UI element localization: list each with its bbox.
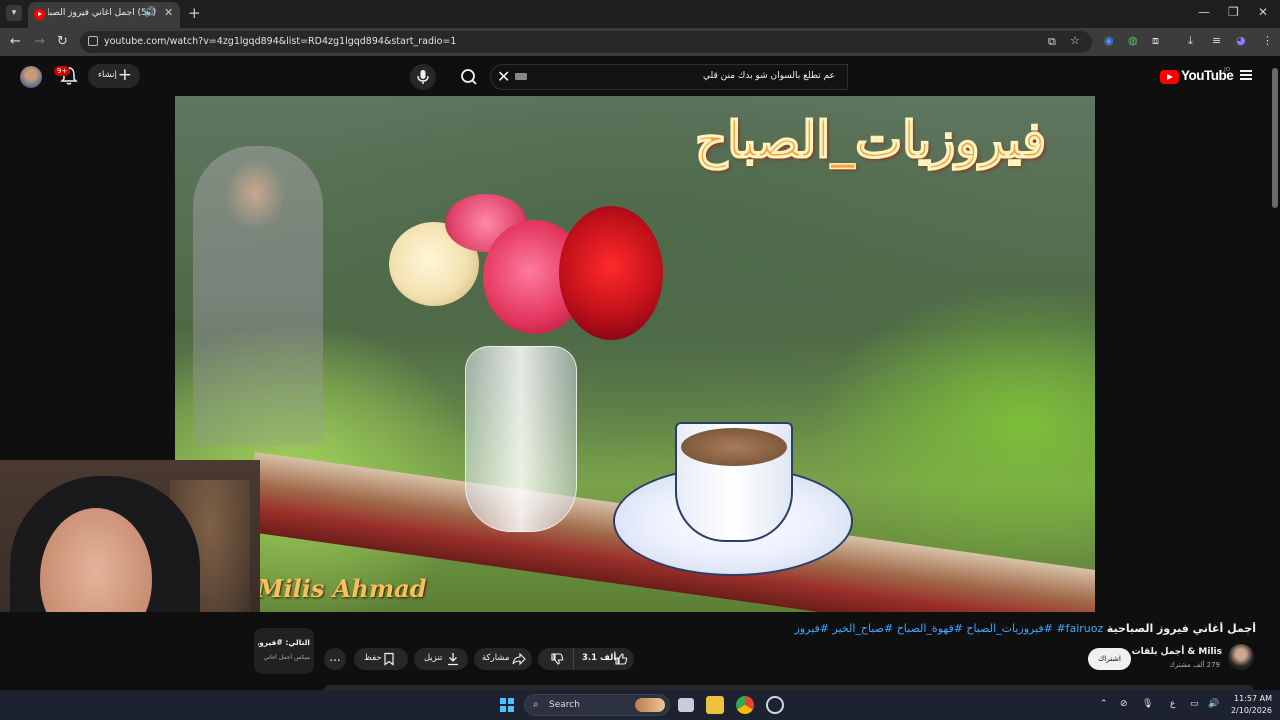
video-title: أجمل أغاني فيروز الصباحية fairuoz# #فيرو… <box>620 622 1257 635</box>
more-actions-button[interactable]: ... <box>324 648 346 670</box>
chrome-menu-icon[interactable]: ⋮ <box>1262 34 1273 47</box>
new-tab-button[interactable]: + <box>188 4 201 22</box>
thumbs-down-icon <box>551 653 564 665</box>
clock-date: 2/10/2026 <box>1230 706 1272 715</box>
taskbar-clock[interactable]: 11:57 AM 2/10/2026 <box>1226 693 1272 717</box>
back-icon[interactable]: ← <box>10 34 21 49</box>
windows-taskbar: ⌕ Search ⌃ ⊘ 🎙 ع ▭ 🔊 11:57 AM 2/10/2026 <box>0 690 1280 720</box>
like-count: 3.1 ألف <box>582 653 617 663</box>
subscribe-button[interactable]: اشتراك <box>1088 648 1131 670</box>
downloads-icon[interactable]: ⤓ <box>1188 34 1193 48</box>
media-controls-icon[interactable]: ≡ <box>1212 34 1221 47</box>
create-label: إنشاء <box>98 70 117 80</box>
address-bar[interactable]: youtube.com/watch?v=4zg1lgqd894&list=RD4… <box>80 31 1092 53</box>
download-icon <box>448 653 458 666</box>
video-singer-figure <box>193 146 323 446</box>
guide-menu-icon[interactable] <box>1240 70 1252 80</box>
create-button[interactable]: إنشاء + <box>88 64 140 88</box>
app-taskbar-icon[interactable] <box>766 696 784 714</box>
tab-audio-icon[interactable]: 🔊 <box>144 7 156 18</box>
keyboard-icon[interactable] <box>515 73 527 80</box>
tray-mic-icon[interactable]: 🎙 <box>1142 699 1153 709</box>
download-label: تنزيل <box>424 653 443 663</box>
input-language[interactable]: ع <box>1170 699 1175 709</box>
dislike-button[interactable] <box>538 648 574 670</box>
video-vase <box>465 346 577 532</box>
minimize-icon[interactable]: — <box>1198 5 1210 19</box>
page-scrollbar[interactable] <box>1270 56 1280 690</box>
search-icon <box>461 69 477 85</box>
tray-display-icon[interactable]: ▭ <box>1190 699 1199 709</box>
watch-metadata: أجمل أغاني فيروز الصباحية fairuoz# #فيرو… <box>0 612 1270 693</box>
save-button[interactable]: حفظ <box>354 648 408 670</box>
like-button[interactable]: 3.1 ألف <box>576 648 634 670</box>
file-explorer-icon[interactable] <box>706 696 724 714</box>
share-button[interactable]: مشاركة <box>474 648 532 670</box>
taskbar-search-icon: ⌕ <box>533 699 539 710</box>
tray-volume-icon[interactable]: 🔊 <box>1208 699 1219 709</box>
task-view-icon[interactable] <box>678 698 694 712</box>
bookmark-save-icon <box>384 652 394 666</box>
youtube-play-logo-icon <box>1160 70 1179 84</box>
site-info-icon[interactable] <box>88 36 98 46</box>
profile-icon[interactable]: ◕ <box>1236 34 1246 47</box>
download-button[interactable]: تنزيل <box>414 648 468 670</box>
video-rose-red <box>559 206 663 340</box>
video-hashtags[interactable]: fairuoz# #فيروزيات_الصباح #قهوة_الصباح #… <box>795 622 1107 635</box>
youtube-header: 9+ إنشاء + ✕ عم تطلع بالسوان شو بدك منن … <box>0 56 1270 96</box>
share-arrow-icon <box>512 652 526 666</box>
video-coffee <box>681 428 787 466</box>
taskbar-search[interactable]: ⌕ Search <box>524 694 670 716</box>
extension-1-icon[interactable]: ◉ <box>1104 34 1114 47</box>
share-label: مشاركة <box>482 653 510 663</box>
plus-icon: + <box>117 65 132 85</box>
youtube-logo[interactable]: YouTube JO <box>1160 67 1234 86</box>
video-watermark: Milis Ahmad <box>257 574 427 603</box>
save-label: حفظ <box>364 653 382 663</box>
bookmark-star-icon[interactable]: ☆ <box>1070 34 1080 47</box>
install-app-icon[interactable]: ⧉ <box>1048 35 1056 49</box>
tab-search-button[interactable]: ▾ <box>6 5 22 21</box>
restore-icon[interactable]: ❐ <box>1228 5 1239 19</box>
video-player[interactable]: فيروزيات_الصباح Milis Ahmad <box>175 96 1095 612</box>
tab-title: (51) أجمل أغاني فيروز الصبا <box>48 8 156 18</box>
youtube-region-code: JO <box>1224 67 1230 73</box>
scroll-thumb[interactable] <box>1272 68 1278 208</box>
browser-tab-active[interactable]: (51) أجمل أغاني فيروز الصبا 🔊 ✕ <box>28 2 180 28</box>
chrome-taskbar-icon[interactable] <box>736 696 754 714</box>
up-next-card[interactable]: التالي: #فيروز ميكس أجمل أغاني <box>254 628 314 674</box>
browser-tab-strip: ▾ (51) أجمل أغاني فيروز الصبا 🔊 ✕ + — ❐ … <box>0 0 1280 28</box>
forward-icon[interactable]: → <box>34 34 45 49</box>
like-dislike-group: 3.1 ألف <box>538 648 634 670</box>
extensions-puzzle-icon[interactable]: ⧈ <box>1152 34 1159 48</box>
up-next-subtitle: ميكس أجمل أغاني <box>263 654 311 661</box>
subscriber-count: 279 ألف مشترك <box>1169 661 1220 669</box>
reload-icon[interactable]: ↻ <box>57 34 68 49</box>
microphone-icon <box>417 70 429 84</box>
taskbar-search-label: Search <box>549 700 580 710</box>
clear-search-icon[interactable]: ✕ <box>497 67 510 86</box>
url-text: youtube.com/watch?v=4zg1lgqd894&list=RD4… <box>104 36 457 47</box>
tray-overflow-icon[interactable]: ⌃ <box>1100 699 1108 709</box>
up-next-title: التالي: #فيروز <box>258 638 310 647</box>
video-title-main: أجمل أغاني فيروز الصباحية <box>1106 622 1256 635</box>
clock-time: 11:57 AM <box>1234 694 1272 703</box>
channel-name[interactable]: Milis & أجمل بلقات <box>1130 647 1222 657</box>
tray-network-off-icon[interactable]: ⊘ <box>1120 699 1128 709</box>
voice-search-button[interactable] <box>410 64 436 90</box>
search-input[interactable]: ✕ عم تطلع بالسوان شو بدك منن قلي <box>490 64 848 90</box>
windows-start-icon[interactable] <box>500 698 514 712</box>
notifications-badge: 9+ <box>54 66 71 76</box>
video-overlay-title: فيروزيات_الصباح <box>694 109 1047 170</box>
search-button[interactable] <box>450 64 488 90</box>
channel-avatar[interactable] <box>1228 644 1254 670</box>
window-close-icon[interactable]: ✕ <box>1258 5 1268 19</box>
search-query-text: عم تطلع بالسوان شو بدك منن قلي <box>703 71 835 81</box>
tab-close-icon[interactable]: ✕ <box>164 6 173 19</box>
browser-toolbar: ← → ↻ youtube.com/watch?v=4zg1lgqd894&li… <box>0 28 1280 56</box>
extension-2-icon[interactable]: ◍ <box>1128 34 1138 47</box>
search-highlight-icon <box>635 698 665 712</box>
youtube-favicon-icon <box>34 9 45 20</box>
account-avatar[interactable] <box>20 66 42 88</box>
